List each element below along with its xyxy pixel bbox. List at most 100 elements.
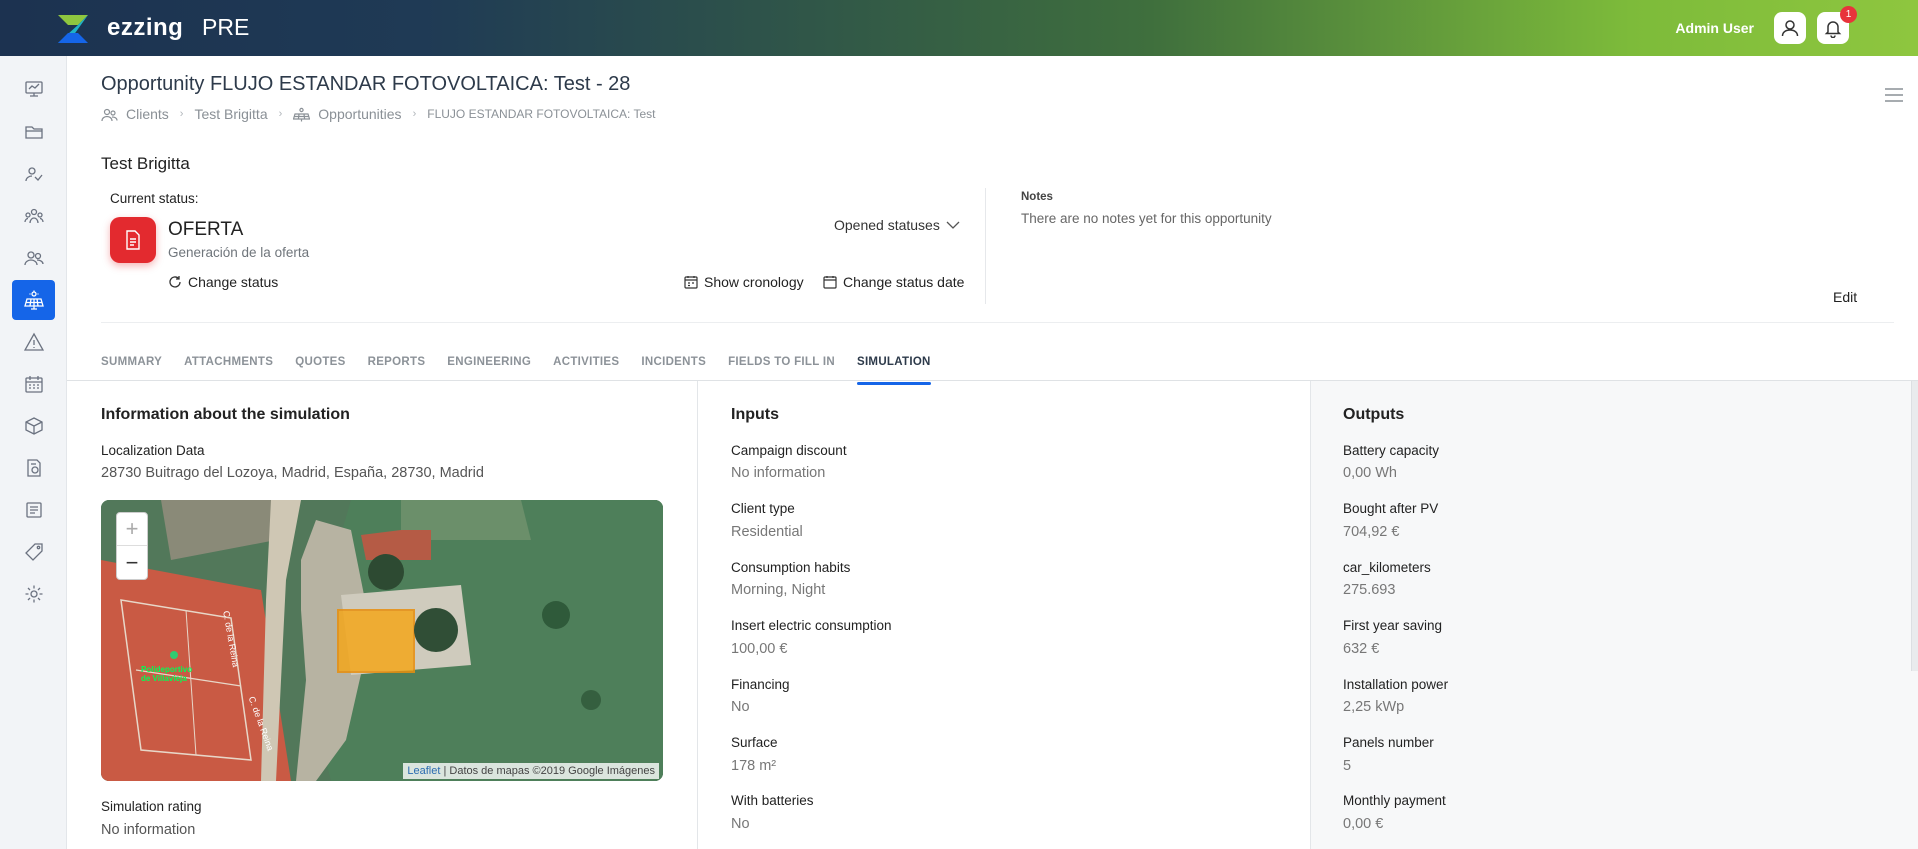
notifications-button[interactable]: 1 (1817, 6, 1857, 44)
location-map[interactable]: Polideportivo de Villavieja C. de la Rei… (101, 500, 663, 781)
opened-statuses-dropdown[interactable]: Opened statuses (834, 217, 960, 233)
status-name: OFERTA (168, 219, 244, 240)
simulation-info-title: Information about the simulation (101, 406, 350, 423)
user-name[interactable]: Admin User (1675, 20, 1754, 36)
user-avatar-button[interactable] (1774, 12, 1806, 44)
input-label: Financing (731, 677, 790, 692)
change-status-label: Change status (188, 274, 279, 290)
refresh-icon (169, 276, 181, 288)
tab-attachments[interactable]: ATTACHMENTS (184, 356, 273, 386)
output-label: Installation power (1343, 677, 1449, 692)
document-icon (126, 230, 140, 250)
zoom-in-button[interactable]: + (117, 513, 147, 546)
sidebar-item-products[interactable] (12, 406, 55, 446)
breadcrumb: Clients › Test Brigitta › Opportunities … (101, 106, 656, 122)
scrollbar[interactable] (1911, 381, 1918, 671)
output-label: car_kilometers (1343, 560, 1431, 575)
simulation-rating-value: No information (101, 822, 196, 838)
team-icon (23, 208, 44, 224)
output-label: First year saving (1343, 618, 1443, 633)
sidebar-item-folders[interactable] (12, 112, 55, 152)
status-notes-divider (985, 188, 986, 304)
bell-icon (1824, 21, 1842, 38)
sidebar-item-settings[interactable] (12, 574, 55, 614)
tab-simulation[interactable]: SIMULATION (856, 356, 931, 386)
change-status-date-button[interactable]: Change status date (823, 274, 964, 290)
ezzing-logo-icon[interactable] (56, 13, 90, 45)
breadcrumb-opportunities-link[interactable]: Opportunities (318, 106, 401, 122)
output-label: Panels number (1343, 735, 1434, 750)
client-name: Test Brigitta (101, 154, 190, 173)
tabs-bar: SUMMARY ATTACHMENTS QUOTES REPORTS ENGIN… (101, 356, 953, 386)
sidebar-item-invoices[interactable] (12, 448, 55, 488)
brand-name: ezzing (107, 14, 184, 41)
zoom-out-button[interactable]: − (117, 546, 147, 579)
input-value: No information (731, 465, 826, 481)
tab-activities[interactable]: ACTIVITIES (553, 356, 619, 386)
tab-engineering[interactable]: ENGINEERING (447, 356, 531, 386)
calendar-clock-icon (684, 276, 698, 289)
map-poi-label: Polideportivo de Villavieja (141, 665, 193, 683)
change-status-date-label: Change status date (843, 274, 965, 290)
edit-notes-button[interactable]: Edit (1833, 289, 1857, 305)
status-badge (110, 217, 156, 263)
notes-label: Notes (1021, 191, 1053, 203)
input-value: 100,00 € (731, 641, 788, 657)
localization-label: Localization Data (101, 443, 205, 458)
sidebar-item-team[interactable] (12, 196, 55, 236)
calendar-icon (24, 376, 43, 393)
sidebar-item-calendar[interactable] (12, 364, 55, 404)
localization-value: 28730 Buitrago del Lozoya, Madrid, Españ… (101, 465, 484, 481)
solar-panel-icon (23, 290, 44, 310)
tab-reports[interactable]: REPORTS (368, 356, 426, 386)
simulation-rating-label: Simulation rating (101, 799, 202, 814)
chevron-down-icon (946, 221, 960, 229)
output-label: Monthly payment (1343, 793, 1446, 808)
input-value: Residential (731, 524, 803, 540)
input-label: With batteries (731, 793, 814, 808)
output-value: 275.693 (1343, 582, 1396, 598)
input-value: 178 m² (731, 758, 777, 774)
page-title: Opportunity FLUJO ESTANDAR FOTOVOLTAICA:… (101, 73, 631, 95)
satellite-map-image (101, 500, 663, 781)
tab-fields-to-fill-in[interactable]: FIELDS TO FILL IN (728, 356, 835, 386)
clients-icon (23, 251, 44, 266)
input-label: Client type (731, 501, 795, 516)
tab-quotes[interactable]: QUOTES (295, 356, 345, 386)
sidebar-item-dashboard[interactable] (12, 69, 55, 109)
sidebar-item-incidents[interactable] (12, 322, 55, 362)
breadcrumb-clients-link[interactable]: Clients (126, 106, 169, 122)
solar-panel-icon (293, 107, 311, 121)
contacts-icon (24, 167, 43, 182)
sidebar-item-clients[interactable] (12, 238, 55, 278)
sidebar-item-contacts[interactable] (12, 154, 55, 194)
header-divider (101, 322, 1894, 323)
sidebar-item-tags[interactable] (12, 532, 55, 572)
breadcrumb-separator: › (179, 108, 184, 120)
hamburger-menu-icon[interactable] (1884, 87, 1904, 103)
tab-summary[interactable]: SUMMARY (101, 356, 162, 386)
sidebar-item-opportunities[interactable] (12, 280, 55, 320)
leaflet-link[interactable]: Leaflet (407, 765, 440, 777)
breadcrumb-client-link[interactable]: Test Brigitta (194, 106, 267, 122)
input-label: Surface (731, 735, 778, 750)
invoice-icon (26, 459, 41, 477)
show-cronology-button[interactable]: Show cronology (684, 274, 804, 290)
output-label: Battery capacity (1343, 443, 1440, 458)
input-label: Consumption habits (731, 560, 851, 575)
user-icon (1781, 20, 1799, 37)
output-value: 704,92 € (1343, 524, 1400, 540)
sidebar (0, 56, 67, 849)
output-value: 5 (1343, 758, 1352, 774)
panel-divider (697, 381, 698, 849)
environment-label: PRE (202, 14, 250, 40)
notification-count-badge: 1 (1840, 6, 1857, 23)
input-value: No (731, 816, 750, 832)
output-value: 632 € (1343, 641, 1380, 657)
top-bar: ezzing PRE Admin User 1 (0, 0, 1918, 56)
change-status-button[interactable]: Change status (168, 274, 278, 290)
calendar-icon (823, 276, 837, 289)
status-description: Generación de la oferta (168, 245, 310, 260)
sidebar-item-reports[interactable] (12, 490, 55, 530)
output-value: 2,25 kWp (1343, 699, 1405, 715)
